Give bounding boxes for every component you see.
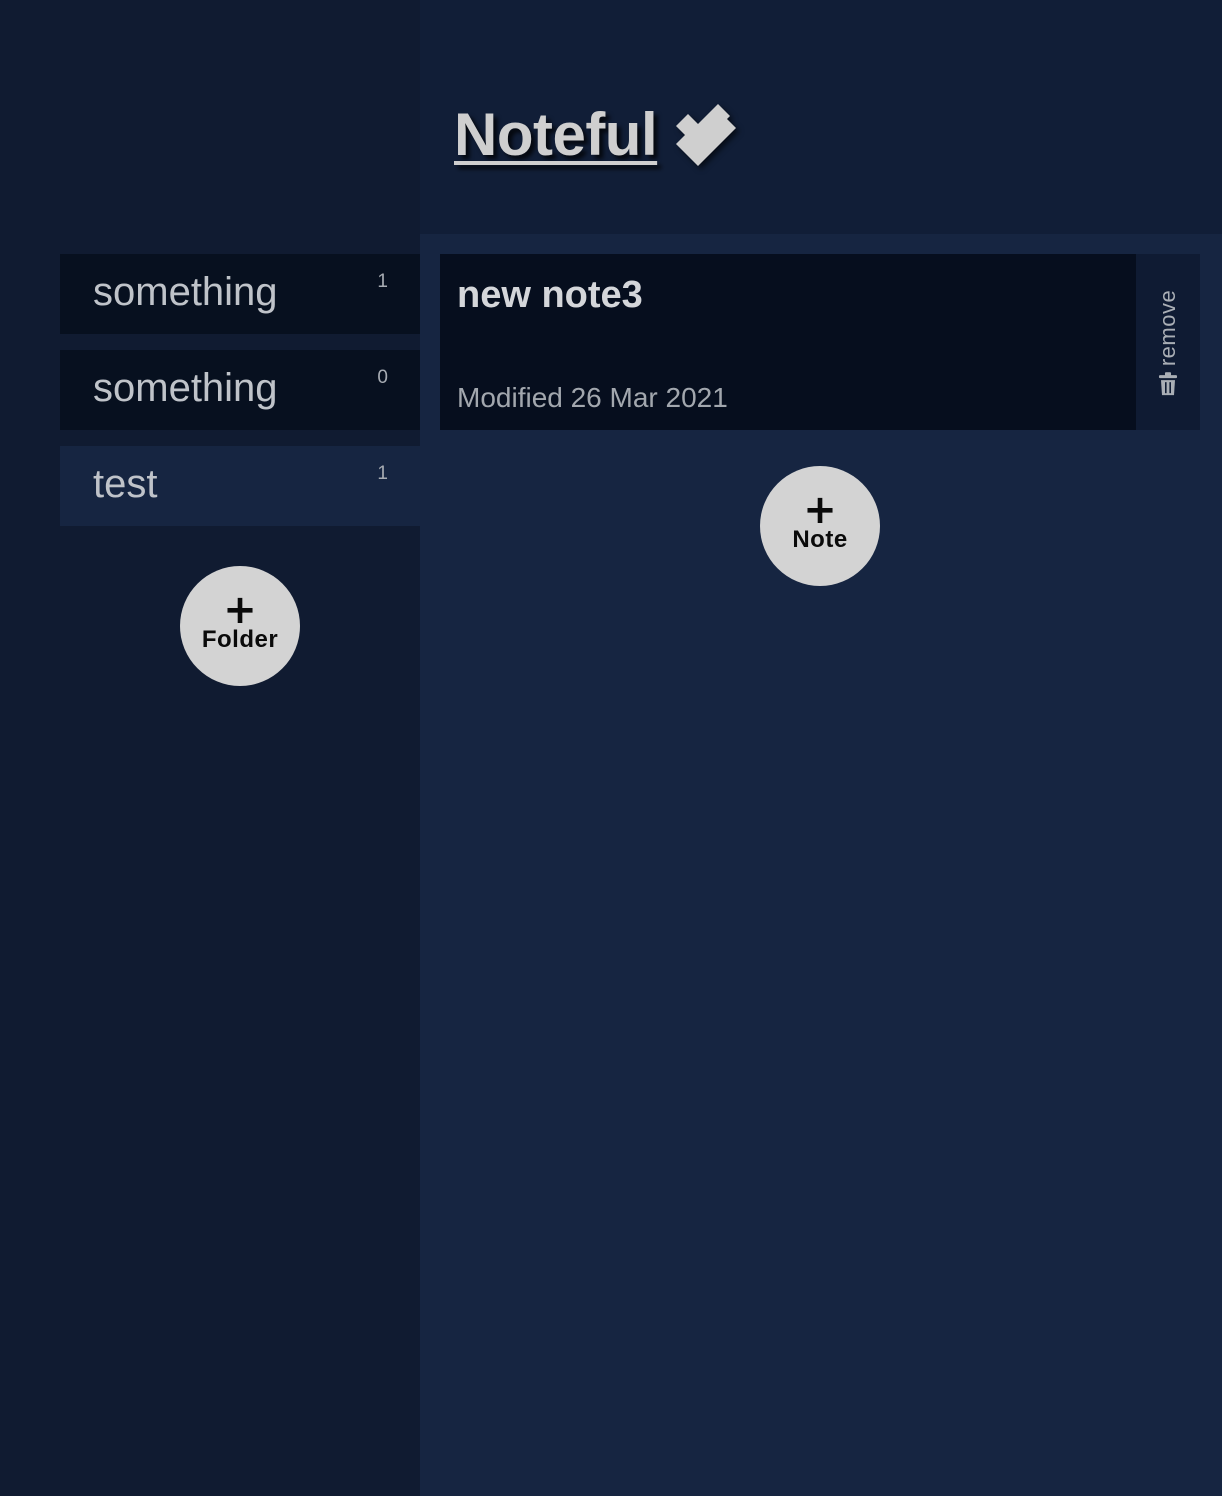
folder-note-count: 1 (377, 271, 388, 292)
trash-icon (1158, 372, 1178, 396)
folder-list: something 1 something 0 test 1 (60, 254, 420, 542)
plus-icon: + (223, 587, 257, 633)
folder-note-count: 0 (377, 367, 388, 388)
add-note-label: Note (792, 526, 848, 553)
remove-note-content: remove (1155, 289, 1181, 396)
app-title-link[interactable]: Noteful (454, 100, 658, 169)
folder-item[interactable]: something 1 (60, 254, 420, 334)
remove-note-button[interactable]: remove (1136, 254, 1200, 430)
folder-name: something (93, 366, 278, 410)
add-note-button[interactable]: + Note (760, 466, 880, 586)
double-check-icon (673, 102, 739, 168)
note-card: new note3 Modified 26 Mar 2021 remove (440, 254, 1200, 430)
folder-note-count: 1 (377, 463, 388, 484)
app-title: Noteful (454, 100, 739, 169)
sidebar: something 1 something 0 test 1 + Folder (0, 0, 420, 1496)
note-title-link[interactable]: new note3 (457, 274, 643, 317)
folder-item-active[interactable]: test 1 (60, 446, 420, 526)
folder-name: something (93, 270, 278, 314)
add-folder-label: Folder (201, 626, 279, 653)
note-list-panel: new note3 Modified 26 Mar 2021 remove + … (420, 234, 1222, 1496)
remove-label: remove (1155, 289, 1180, 367)
note-modified-date: Modified 26 Mar 2021 (457, 382, 728, 413)
plus-icon: + (803, 487, 837, 533)
add-folder-button[interactable]: + Folder (180, 566, 300, 686)
app-header: Noteful (420, 0, 1222, 234)
folder-item[interactable]: something 0 (60, 350, 420, 430)
folder-name: test (93, 462, 158, 506)
